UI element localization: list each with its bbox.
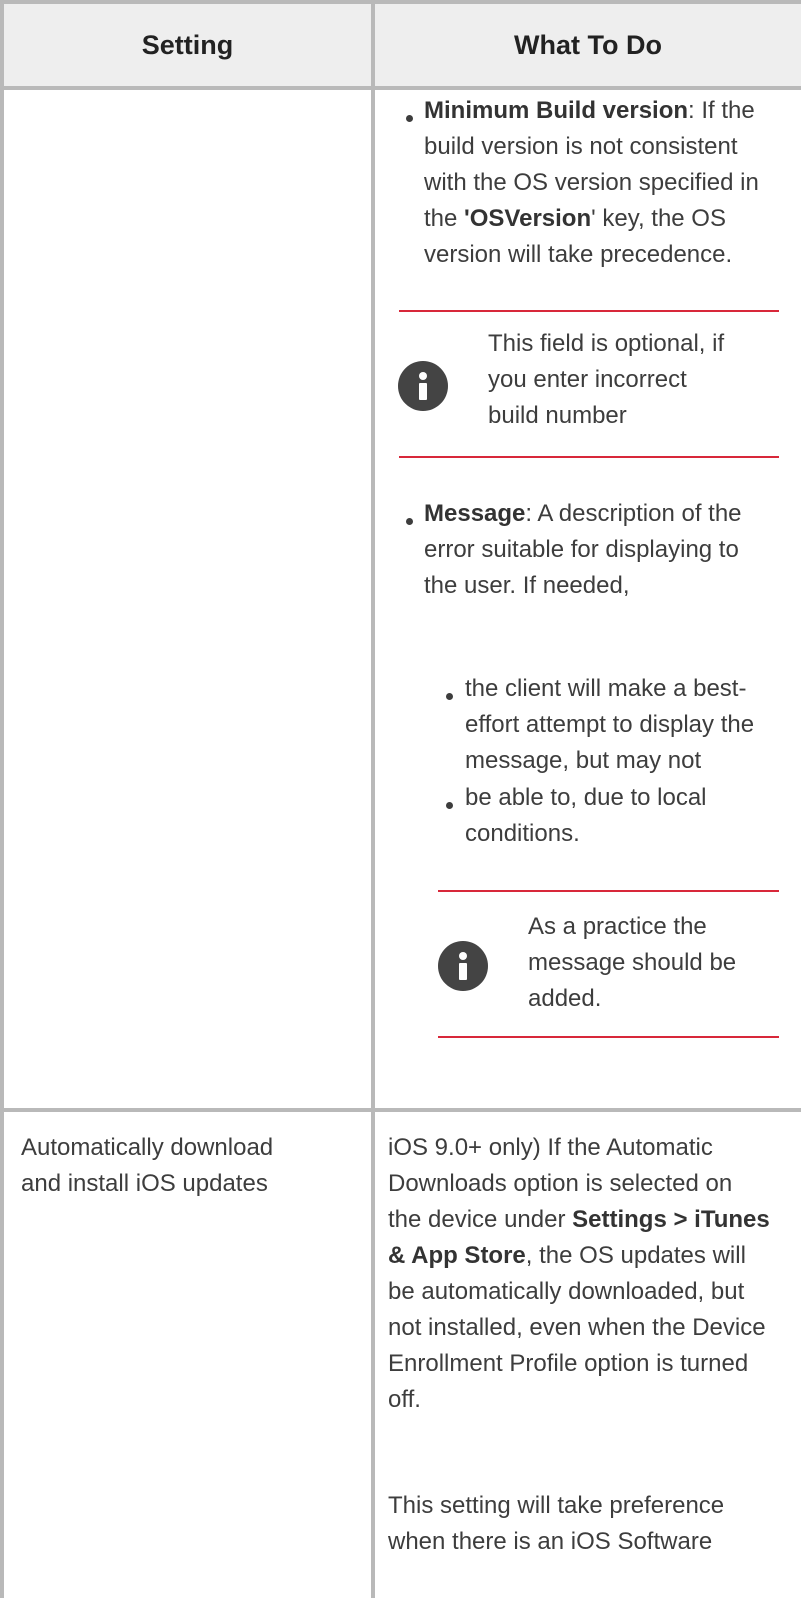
note-top-rule: [438, 890, 779, 892]
column-header-what-to-do: What To Do: [375, 4, 801, 86]
table-left-border: [0, 0, 4, 1598]
text-line: added.: [528, 985, 602, 1012]
bullet-minimum-build-version: Minimum Build version: If the build vers…: [424, 93, 794, 273]
sub-bullet-local-conditions: be able to, due to local conditions.: [465, 780, 795, 852]
sub-bullet-best-effort: the client will make a best- effort atte…: [465, 671, 795, 779]
text-line: error suitable for displaying to: [424, 536, 739, 563]
text-line: conditions.: [465, 820, 580, 847]
text-fragment: the: [424, 205, 465, 232]
info-icon: [438, 941, 488, 991]
settings-path-bold: Settings > iTunes: [572, 1206, 770, 1233]
text-line: Enrollment Profile option is turned: [388, 1350, 749, 1377]
text-line: message, but may not: [465, 747, 702, 774]
text-line: build version is not consistent: [424, 133, 738, 160]
text-line: build number: [488, 402, 627, 429]
info-icon: [398, 361, 448, 411]
text-line: Downloads option is selected on: [388, 1170, 733, 1197]
note-bottom-rule: [438, 1036, 779, 1038]
settings-table: Setting What To Do Minimum Build version…: [0, 0, 801, 1598]
text-line: you enter incorrect: [488, 366, 687, 393]
column-header-what-to-do-label: What To Do: [514, 29, 662, 60]
bullet-icon: [406, 115, 413, 122]
text-line: be able to, due to local: [465, 784, 707, 811]
header-bottom-border: [0, 86, 801, 90]
message-label: Message: [424, 500, 526, 527]
column-divider: [371, 0, 375, 1598]
settings-path-bold: & App Store: [388, 1242, 526, 1269]
text-fragment: , the OS updates will: [525, 1242, 746, 1269]
bullet-icon: [446, 693, 453, 700]
note-top-rule: [399, 310, 779, 312]
text-line: effort attempt to display the: [465, 711, 755, 738]
bullet-icon: [446, 802, 453, 809]
text-line: with the OS version specified in: [424, 169, 759, 196]
text-line: As a practice the: [528, 913, 707, 940]
message-text: : A description of the: [525, 500, 742, 527]
description-preference: This setting will take preference when t…: [388, 1488, 798, 1560]
minimum-build-version-label: Minimum Build version: [424, 97, 689, 124]
note-practice-message: As a practice the message should be adde…: [528, 909, 788, 1017]
text-line: the client will make a best-: [465, 675, 747, 702]
bullet-icon: [406, 518, 413, 525]
text-line: iOS 9.0+ only) If the Automatic: [388, 1134, 713, 1161]
text-line: the user. If needed,: [424, 572, 630, 599]
text-fragment: the device under: [388, 1206, 573, 1233]
text-line: not installed, even when the Device: [388, 1314, 766, 1341]
column-header-setting: Setting: [4, 4, 371, 86]
setting-auto-download-ios-updates: Automatically download and install iOS u…: [21, 1130, 361, 1202]
osversion-key: 'OSVersion: [464, 205, 592, 232]
text-line: This field is optional, if: [488, 330, 725, 357]
text-line: and install iOS updates: [21, 1170, 268, 1197]
description-auto-download: iOS 9.0+ only) If the Automatic Download…: [388, 1130, 798, 1418]
text-line: be automatically downloaded, but: [388, 1278, 745, 1305]
text-fragment: ' key, the OS: [591, 205, 726, 232]
note-optional-field: This field is optional, if you enter inc…: [488, 326, 788, 434]
note-bottom-rule: [399, 456, 779, 458]
text-line: off.: [388, 1386, 421, 1413]
text-line: message should be: [528, 949, 737, 976]
text-line: Automatically download: [21, 1134, 274, 1161]
text-line: version will take precedence.: [424, 241, 733, 268]
text-line: This setting will take preference: [388, 1492, 725, 1519]
minimum-build-version-text: : If the: [688, 97, 755, 124]
column-header-setting-label: Setting: [141, 29, 234, 60]
row-divider: [0, 1108, 801, 1112]
bullet-message: Message: A description of the error suit…: [424, 496, 794, 604]
text-line: when there is an iOS Software: [388, 1528, 713, 1555]
